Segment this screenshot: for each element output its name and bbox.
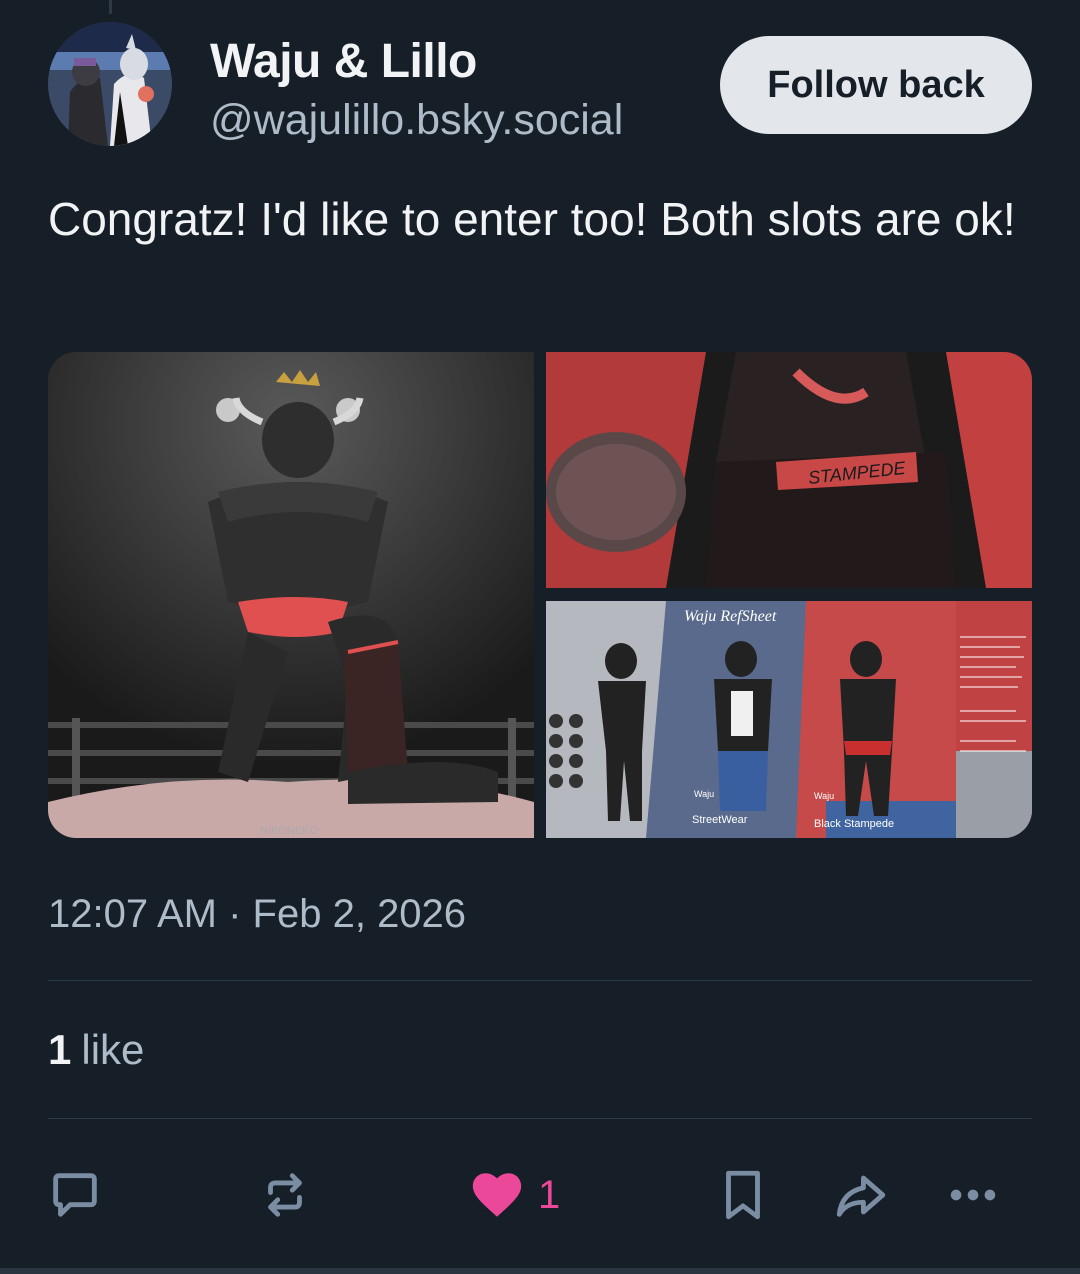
- post-media-grid: NIKONEKO STAMPEDE Waju RefSheet Waju Str…: [48, 352, 1032, 838]
- post-action-bar: 1: [0, 1150, 1080, 1240]
- wrestling-artwork: NIKONEKO: [48, 352, 534, 838]
- more-options-button[interactable]: [944, 1160, 1002, 1230]
- share-icon: [836, 1175, 886, 1217]
- refsheet-label-right-1: Waju: [814, 791, 834, 801]
- post-timestamp[interactable]: 12:07 AM · Feb 2, 2026: [48, 892, 466, 937]
- bookmark-button[interactable]: [714, 1160, 772, 1230]
- bottom-edge: [0, 1268, 1080, 1274]
- post-image-2[interactable]: STAMPEDE: [546, 352, 1032, 588]
- post-header: Waju & Lillo @wajulillo.bsky.social Foll…: [48, 22, 1032, 152]
- artist-signature: NIKONEKO: [260, 825, 319, 837]
- post-text: Congratz! I'd like to enter too! Both sl…: [48, 193, 1016, 245]
- share-button[interactable]: [832, 1160, 890, 1230]
- bookmark-icon: [726, 1170, 760, 1220]
- reference-sheet-artwork: Waju RefSheet Waju StreetWear Waju Black…: [546, 601, 1032, 838]
- avatar[interactable]: [48, 22, 172, 146]
- like-count: 1: [538, 1172, 561, 1217]
- refsheet-label-right-2: Black Stampede: [814, 818, 894, 830]
- likes-label: like: [81, 1026, 145, 1073]
- likes-count: 1: [48, 1026, 72, 1073]
- closeup-artwork: STAMPEDE: [546, 352, 1032, 588]
- divider: [48, 1118, 1032, 1119]
- repost-button[interactable]: [256, 1160, 314, 1230]
- thread-connector-line: [109, 0, 112, 14]
- avatar-image: [48, 22, 172, 146]
- author-name[interactable]: Waju & Lillo: [210, 34, 477, 89]
- divider: [48, 980, 1032, 981]
- reply-button[interactable]: [46, 1160, 104, 1230]
- likes-summary[interactable]: 1 like: [48, 1026, 144, 1074]
- more-icon: [950, 1189, 996, 1201]
- heart-icon: [472, 1173, 522, 1217]
- post-image-3[interactable]: Waju RefSheet Waju StreetWear Waju Black…: [546, 601, 1032, 838]
- like-button[interactable]: 1: [468, 1160, 560, 1230]
- refsheet-title: Waju RefSheet: [684, 608, 777, 625]
- repost-icon: [268, 1173, 302, 1217]
- follow-back-button[interactable]: Follow back: [720, 36, 1032, 134]
- post-image-1[interactable]: NIKONEKO: [48, 352, 534, 838]
- refsheet-label-left-1: Waju: [694, 789, 714, 799]
- reply-icon: [53, 1173, 97, 1217]
- author-handle[interactable]: @wajulillo.bsky.social: [210, 96, 623, 145]
- post-thread-view: Waju & Lillo @wajulillo.bsky.social Foll…: [0, 0, 1080, 1274]
- refsheet-label-left-2: StreetWear: [692, 814, 748, 826]
